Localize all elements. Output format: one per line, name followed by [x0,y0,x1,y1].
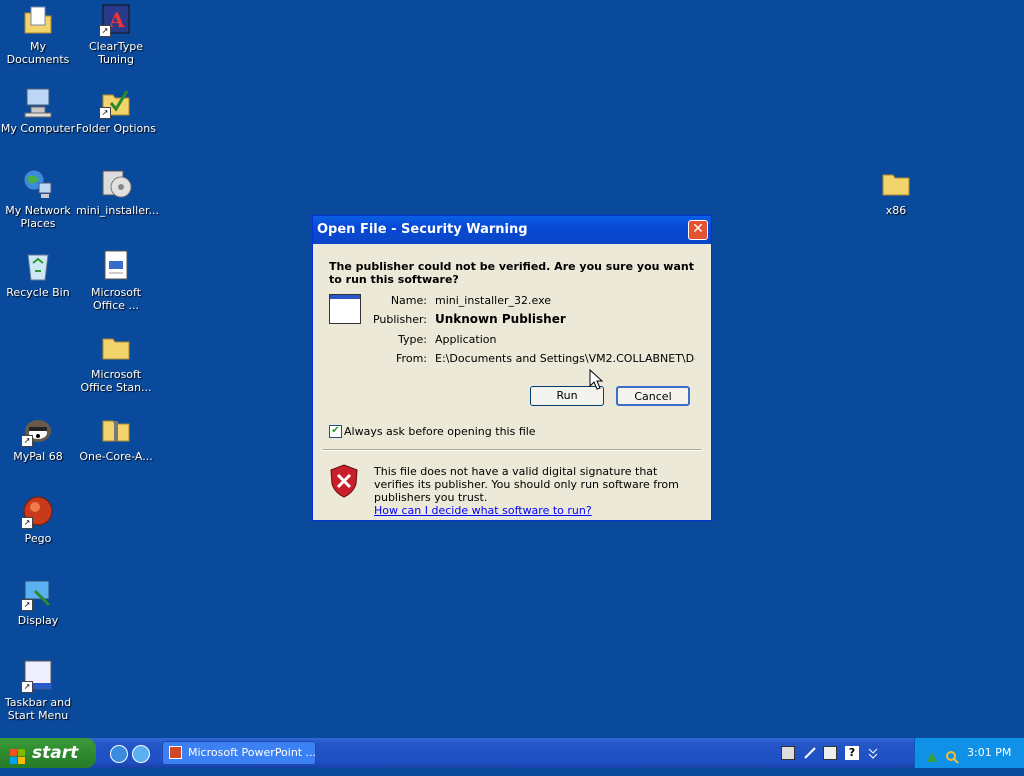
folder-icon [879,167,913,201]
desktop-icon-label: My Documents [6,40,70,66]
shortcut-arrow-icon: ↗ [99,25,111,37]
desktop-icon-office-standard[interactable]: Microsoft Office Stan... [76,331,156,394]
desktop-icon-pego[interactable]: ↗ Pego [0,495,78,545]
close-icon: ✕ [692,221,704,237]
desktop-icon-folder-options[interactable]: ↗ Folder Options [76,85,156,135]
search-icon[interactable] [945,746,959,764]
desktop-icon-mypal[interactable]: ↗ MyPal 68 [0,413,78,463]
installer-icon [99,167,133,201]
desktop-icon-label: x86 [885,204,907,217]
folder-icon [99,331,133,365]
system-tray: 3:01 PM [914,738,1024,768]
internet-explorer-icon[interactable] [110,745,128,763]
taskbar-icon: ↗ [21,659,55,693]
network-places-icon [21,167,55,201]
desktop-icon-my-documents[interactable]: My Documents [0,3,78,66]
keyboard-icon[interactable] [781,746,795,760]
recycle-bin-icon [21,249,55,283]
close-button[interactable]: ✕ [688,220,708,240]
network-status-icon[interactable] [925,746,939,762]
desktop-icon-label: Microsoft Office ... [90,286,142,312]
display-icon: ↗ [21,577,55,611]
pen-icon[interactable] [803,746,817,760]
always-ask-label[interactable]: Always ask before opening this file [344,425,536,438]
pego-icon: ↗ [21,495,55,529]
folder-options-icon: ↗ [99,85,133,119]
desktop-icon-label: MyPal 68 [13,450,63,463]
dialog-titlebar[interactable]: Open File - Security Warning ✕ [313,216,711,244]
taskbar: start Microsoft PowerPoint ... ? 3:01 PM [0,738,1024,768]
dialog-title: Open File - Security Warning [317,222,528,237]
desktop-icon-display[interactable]: ↗ Display [0,577,78,627]
mouse-cursor-icon [589,368,604,394]
shortcut-arrow-icon: ↗ [21,517,33,529]
always-ask-checkbox[interactable]: ✔ [329,425,342,438]
start-button[interactable]: start [0,738,96,768]
desktop-icon-label: One-Core-A... [79,450,153,463]
desktop-icon-label: mini_installer... [76,204,159,217]
shortcut-arrow-icon: ↗ [99,107,111,119]
taskbar-button-powerpoint[interactable]: Microsoft PowerPoint ... [162,741,316,765]
desktop-icon-network-places[interactable]: My Network Places [0,167,78,230]
shortcut-arrow-icon: ↗ [21,681,33,693]
help-link[interactable]: How can I decide what software to run? [374,504,592,517]
zip-folder-icon [99,413,133,447]
taskbar-button-label: Microsoft PowerPoint ... [188,746,316,759]
windows-flag-icon [10,745,26,764]
from-label: From: [396,352,427,365]
desktop-icon-microsoft-office[interactable]: Microsoft Office ... [76,249,156,312]
desktop-icon-label: Recycle Bin [6,286,70,299]
security-warning-dialog: Open File - Security Warning ✕ The publi… [312,215,712,521]
warning-text: This file does not have a valid digital … [374,465,679,504]
browser-icon[interactable] [132,745,150,763]
name-value: mini_installer_32.exe [435,294,552,307]
desktop-icon-label: My Computer [0,122,76,135]
mypal-icon: ↗ [21,413,55,447]
options-chevron-icon[interactable] [866,746,880,760]
desktop-icon-cleartype[interactable]: A ↗ ClearType Tuning [76,3,156,66]
desktop-icon-taskbar-start-menu[interactable]: ↗ Taskbar and Start Menu [0,659,78,722]
start-label: start [32,743,79,763]
desktop-icon-label: ClearType Tuning [88,40,144,66]
publisher-label: Publisher: [372,313,427,326]
document-icon [99,249,133,283]
shield-warning-icon [329,464,359,501]
powerpoint-icon [169,746,182,759]
warning-question: The publisher could not be verified. Are… [329,260,694,286]
clock[interactable]: 3:01 PM [967,738,1011,768]
desktop-icon-x86[interactable]: x86 [856,167,936,217]
application-icon [329,294,361,324]
cleartype-icon: A ↗ [99,3,133,37]
desktop-icon-label: Microsoft Office Stan... [80,368,152,394]
desktop-icon-recycle-bin[interactable]: Recycle Bin [0,249,78,299]
my-computer-icon [21,85,55,119]
shortcut-arrow-icon: ↗ [21,435,33,447]
cancel-button[interactable]: Cancel [616,386,690,406]
language-bar-icon[interactable] [823,746,837,760]
name-label: Name: [390,294,427,307]
desktop-icon-my-computer[interactable]: My Computer [0,85,78,135]
desktop-icon-label: Folder Options [76,122,156,135]
dialog-divider [323,449,701,451]
from-value: E:\Documents and Settings\VM2.COLLABNET\… [435,352,695,365]
warning-text-block: This file does not have a valid digital … [374,465,694,517]
desktop-icon-label: My Network Places [5,204,71,230]
desktop-icon-mini-installer[interactable]: mini_installer... [76,167,159,217]
desktop-icon-label: Pego [24,532,52,545]
type-value: Application [435,333,497,346]
my-documents-icon [21,3,55,37]
desktop-icon-label: Taskbar and Start Menu [4,696,72,722]
desktop-icon-label: Display [17,614,59,627]
help-icon[interactable]: ? [845,746,859,760]
type-label: Type: [398,333,427,346]
desktop-icon-one-core[interactable]: One-Core-A... [76,413,156,463]
shortcut-arrow-icon: ↗ [21,599,33,611]
publisher-value: Unknown Publisher [435,312,566,326]
